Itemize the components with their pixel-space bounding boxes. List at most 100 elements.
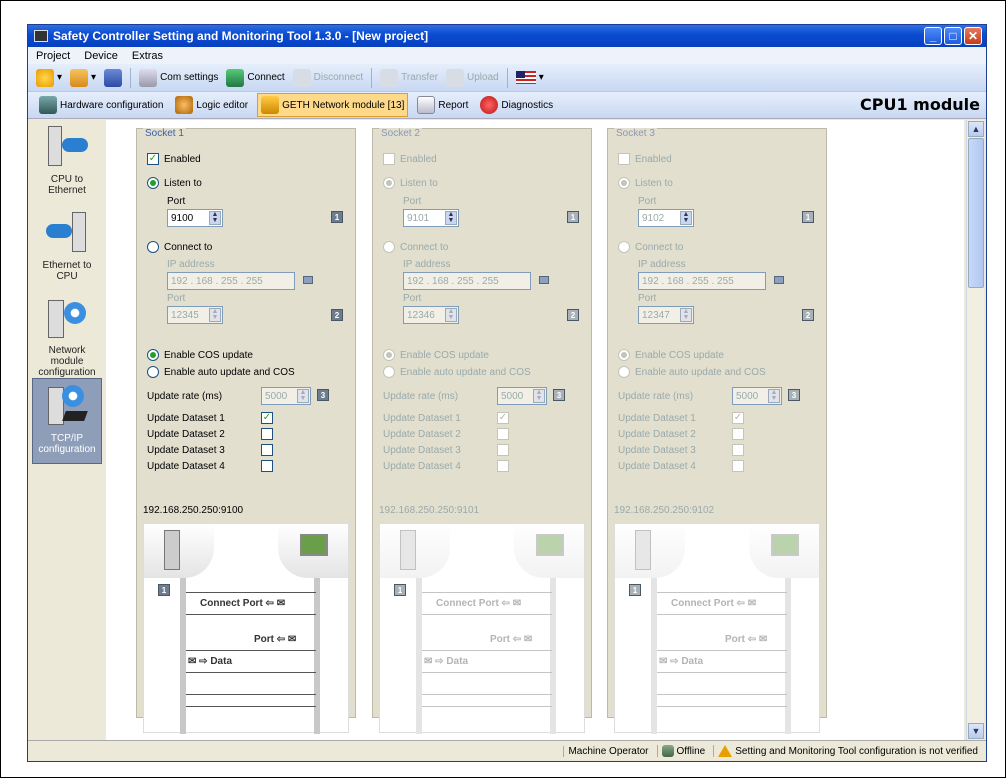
network-adapter-icon[interactable]: [539, 276, 549, 284]
cos-radio[interactable]: [383, 349, 395, 361]
vertical-scrollbar[interactable]: ▲ ▼: [966, 120, 984, 740]
connect-button[interactable]: Connect: [226, 68, 285, 87]
connect-radio[interactable]: [383, 241, 395, 253]
enabled-check[interactable]: [618, 153, 630, 165]
connect-port-spinner[interactable]: ▲ ▼: [680, 308, 692, 322]
tab-hardware-label: Hardware configuration: [60, 99, 164, 111]
dataset-2-checkbox[interactable]: [732, 428, 744, 440]
listen-port-spinner[interactable]: ▲ ▼: [445, 211, 457, 225]
enabled-checkbox[interactable]: Enabled: [618, 153, 672, 165]
tab-hardware-configuration[interactable]: Hardware configuration: [36, 94, 166, 116]
auto-radio[interactable]: [383, 366, 395, 378]
auto-update-radio[interactable]: Enable auto update and COS: [383, 366, 531, 378]
sidebar-item-tcp-ip-configuration[interactable]: TCP/IP configuration: [32, 378, 102, 464]
ip-address-input[interactable]: 192 . 168 . 255 . 255: [403, 272, 531, 290]
ip-address-input[interactable]: 192 . 168 . 255 . 255: [167, 272, 295, 290]
menu-bar: Project Device Extras: [28, 47, 986, 64]
dataset-1-checkbox[interactable]: ✓: [497, 412, 509, 424]
listen-port-input[interactable]: 9100 ▲ ▼: [167, 209, 223, 227]
cos-radio[interactable]: [618, 349, 630, 361]
sidebar-item-network-module-configuration[interactable]: Network module configuration: [32, 292, 102, 378]
sidebar-item-cpu-to-ethernet[interactable]: CPU to Ethernet: [32, 120, 102, 206]
listen-to-radio[interactable]: Listen to: [383, 177, 438, 189]
auto-update-radio[interactable]: Enable auto update and COS: [618, 366, 766, 378]
menu-extras[interactable]: Extras: [132, 50, 163, 62]
open-project-button[interactable]: ▾: [70, 68, 96, 87]
dataset-1-checkbox[interactable]: ✓: [732, 412, 744, 424]
connect-port-input[interactable]: 12346 ▲ ▼: [403, 306, 459, 324]
update-rate-input[interactable]: 5000 ▲ ▼: [497, 387, 547, 405]
connect-port-spinner[interactable]: ▲ ▼: [209, 308, 221, 322]
connect-port-input[interactable]: 12345 ▲ ▼: [167, 306, 223, 324]
save-button[interactable]: [104, 68, 123, 87]
new-project-button[interactable]: ▾: [36, 68, 62, 87]
menu-project[interactable]: Project: [36, 50, 70, 62]
cos-update-radio[interactable]: Enable COS update: [147, 349, 253, 361]
scroll-down-button[interactable]: ▼: [968, 723, 984, 739]
tab-logic-editor[interactable]: Logic editor: [172, 94, 251, 116]
connect-port-input[interactable]: 12347 ▲ ▼: [638, 306, 694, 324]
tab-diagnostics[interactable]: Diagnostics: [477, 94, 556, 116]
close-button[interactable]: ✕: [964, 27, 982, 45]
listen-radio[interactable]: [618, 177, 630, 189]
enabled-checkbox[interactable]: ✓ Enabled: [147, 153, 201, 165]
dataset-2-checkbox[interactable]: [497, 428, 509, 440]
auto-update-radio[interactable]: Enable auto update and COS: [147, 366, 295, 378]
cos-update-radio[interactable]: Enable COS update: [383, 349, 489, 361]
maximize-button[interactable]: □: [944, 27, 962, 45]
enabled-check[interactable]: [383, 153, 395, 165]
listen-port-input[interactable]: 9101 ▲ ▼: [403, 209, 459, 227]
listen-radio[interactable]: [383, 177, 395, 189]
dataset-4-checkbox[interactable]: [732, 460, 744, 472]
enabled-check[interactable]: ✓: [147, 153, 159, 165]
update-rate-spinner[interactable]: ▲ ▼: [533, 389, 545, 403]
listen-port-spinner[interactable]: ▲ ▼: [209, 211, 221, 225]
upload-button[interactable]: Upload: [446, 68, 499, 87]
tab-geth-network-module[interactable]: GETH Network module [13]: [257, 93, 409, 117]
connect-to-radio[interactable]: Connect to: [383, 241, 448, 253]
cos-update-radio[interactable]: Enable COS update: [618, 349, 724, 361]
auto-update-label: Enable auto update and COS: [400, 366, 531, 378]
dataset-2-checkbox[interactable]: [261, 428, 273, 440]
dataset-3-checkbox[interactable]: [497, 444, 509, 456]
connect-port-spinner[interactable]: ▲ ▼: [445, 308, 457, 322]
listen-to-radio[interactable]: Listen to: [147, 177, 202, 189]
connect-radio[interactable]: [618, 241, 630, 253]
listen-port-spinner[interactable]: ▲ ▼: [680, 211, 692, 225]
update-rate-spinner[interactable]: ▲ ▼: [297, 389, 309, 403]
network-adapter-icon[interactable]: [303, 276, 313, 284]
step-2-badge: 2: [567, 309, 579, 321]
dataset-3-checkbox[interactable]: [732, 444, 744, 456]
update-rate-spinner[interactable]: ▲ ▼: [768, 389, 780, 403]
computer-icon: [749, 524, 819, 578]
language-button[interactable]: ▾: [515, 71, 544, 84]
sidebar-item-ethernet-to-cpu[interactable]: Ethernet to CPU: [32, 206, 102, 292]
connect-to-radio[interactable]: Connect to: [618, 241, 683, 253]
tab-report[interactable]: Report: [414, 94, 471, 116]
scroll-up-button[interactable]: ▲: [968, 121, 984, 137]
minimize-button[interactable]: _: [924, 27, 942, 45]
update-rate-input[interactable]: 5000 ▲ ▼: [261, 387, 311, 405]
listen-radio[interactable]: [147, 177, 159, 189]
com-settings-button[interactable]: Com settings: [139, 68, 218, 87]
dataset-1-checkbox[interactable]: ✓: [261, 412, 273, 424]
scroll-thumb[interactable]: [968, 138, 984, 288]
disconnect-button[interactable]: Disconnect: [292, 68, 363, 87]
dataset-4-checkbox[interactable]: [497, 460, 509, 472]
title-bar[interactable]: Safety Controller Setting and Monitoring…: [28, 25, 986, 47]
dataset-3-checkbox[interactable]: [261, 444, 273, 456]
update-rate-input[interactable]: 5000 ▲ ▼: [732, 387, 782, 405]
transfer-button[interactable]: Transfer: [380, 68, 438, 87]
cos-radio[interactable]: [147, 349, 159, 361]
ip-address-input[interactable]: 192 . 168 . 255 . 255: [638, 272, 766, 290]
auto-radio[interactable]: [618, 366, 630, 378]
connect-radio[interactable]: [147, 241, 159, 253]
enabled-checkbox[interactable]: Enabled: [383, 153, 437, 165]
network-adapter-icon[interactable]: [774, 276, 784, 284]
listen-port-input[interactable]: 9102 ▲ ▼: [638, 209, 694, 227]
dataset-4-checkbox[interactable]: [261, 460, 273, 472]
connect-to-radio[interactable]: Connect to: [147, 241, 212, 253]
listen-to-radio[interactable]: Listen to: [618, 177, 673, 189]
auto-radio[interactable]: [147, 366, 159, 378]
menu-device[interactable]: Device: [84, 50, 118, 62]
